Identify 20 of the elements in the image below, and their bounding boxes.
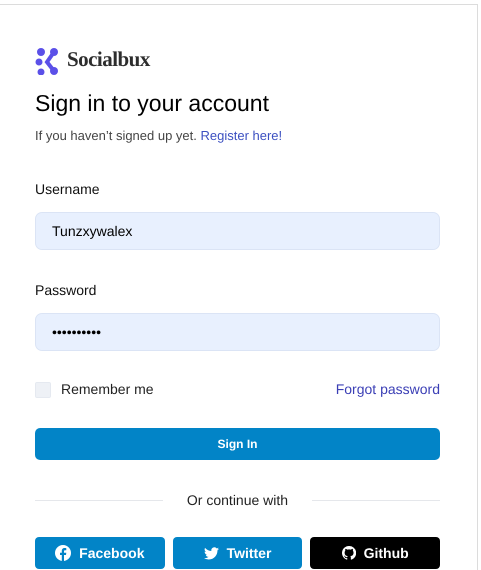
facebook-button[interactable]: Facebook [35, 537, 165, 570]
twitter-button[interactable]: Twitter [172, 537, 302, 570]
input-field[interactable]: Tunzxywalex [35, 212, 440, 250]
facebook-icon [55, 545, 72, 562]
page-title: Sign in to your account [35, 89, 270, 118]
field-label: Username [35, 180, 101, 200]
brand-name: Socialbux [67, 46, 150, 74]
forgot-password-link[interactable]: Forgot password [336, 379, 440, 400]
github-button[interactable]: Github [310, 537, 440, 570]
logo-icon [35, 45, 59, 75]
field-label: Password [35, 281, 98, 300]
cat-icon [342, 546, 356, 560]
remember-label: Remember me [61, 380, 154, 400]
checkbox[interactable] [35, 382, 51, 398]
bird-icon [204, 546, 219, 560]
register-link[interactable]: Register here! [200, 128, 282, 143]
sign-in-button[interactable]: Sign In [35, 428, 440, 460]
input-field[interactable]: •••••••••• [35, 313, 440, 352]
subtitle: If you haven’t signed up yet. Register here! [35, 126, 284, 145]
divider-label: Or continue with [186, 491, 288, 510]
